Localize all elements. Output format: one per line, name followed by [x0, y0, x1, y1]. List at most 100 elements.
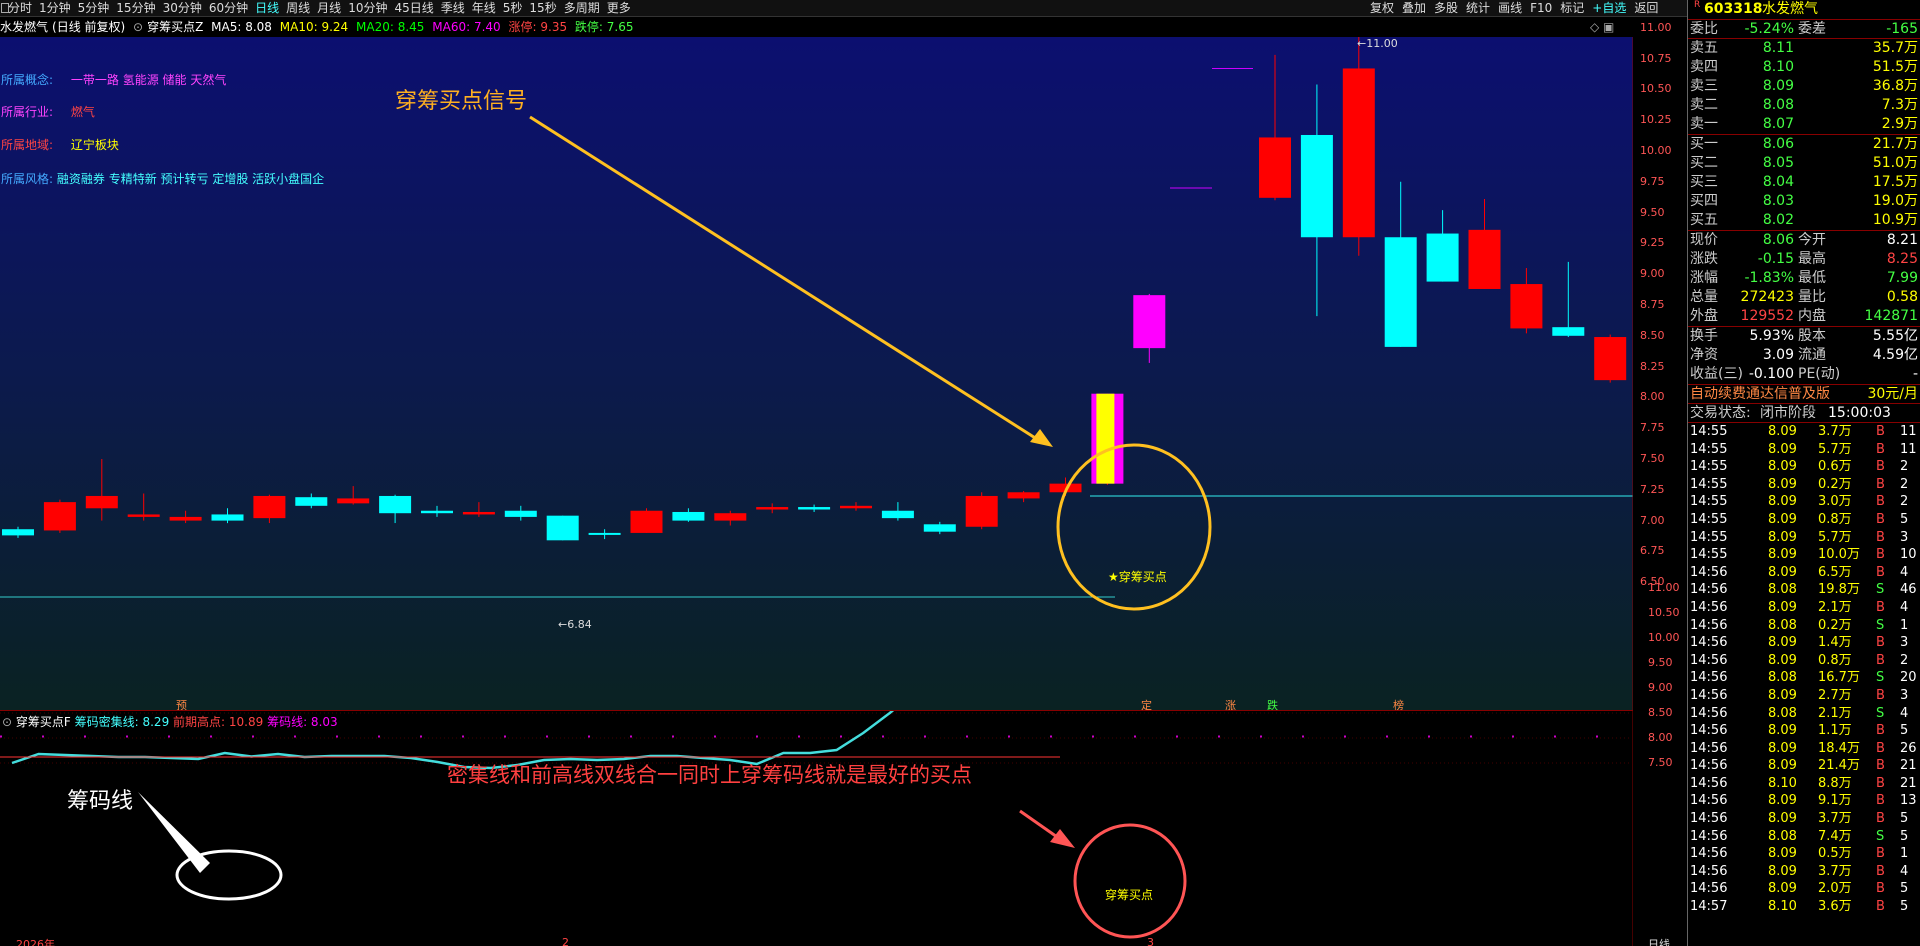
buy-row: 买四 8.03 19.0万: [1690, 193, 1918, 209]
period-tab-13[interactable]: 5秒: [503, 1, 523, 15]
indicator-panel[interactable]: ⊙ 穿筹买点F 筹码密集线: 8.29 前期高点: 10.89 筹码线: 8.0…: [0, 581, 1680, 946]
stat-row: 收益(三) -0.100 PE(动) -: [1690, 366, 1918, 382]
stock-name: 水发燃气: [0, 20, 49, 34]
ma20-value: MA20: 8.45: [356, 20, 425, 34]
period-tab-6[interactable]: 日线: [255, 1, 279, 15]
candle-body: [588, 532, 621, 535]
tick-row: 14:56 8.09 2.1万 B 4: [1690, 599, 1909, 615]
main-chart-panel[interactable]: 所属概念: 一带一路 氢能源 储能 天然气 所属行业: 燃气 所属地域: 辽宁板…: [0, 21, 1672, 712]
period-tab-1[interactable]: 1分钟: [39, 1, 71, 15]
candle-body: [85, 495, 118, 509]
info-region: 所属地域: 辽宁板块: [1, 138, 119, 152]
tick-list[interactable]: 14:55 8.09 3.7万 B 11 14:55 8.09 5.7万 B 11 14:55 8.0…: [1688, 422, 1920, 916]
tick-row: 14:56 8.09 1.1万 B 5: [1690, 723, 1909, 739]
ma10-value: MA10: 9.24: [279, 20, 349, 34]
toolbar-action-2[interactable]: 多股: [1434, 1, 1458, 15]
period-tab-3[interactable]: 15分钟: [116, 1, 155, 15]
tick-row: 14:56 8.09 18.4万 B 26: [1690, 740, 1917, 756]
candle-body: [672, 511, 705, 521]
chip-line-arrow: [138, 792, 210, 873]
sub-buy-circle: [1073, 823, 1187, 939]
toolbar-action-3[interactable]: 统计: [1466, 1, 1490, 15]
period-tab-9[interactable]: 10分钟: [348, 1, 387, 15]
tick-row: 14:56 8.09 1.4万 B 3: [1690, 635, 1909, 651]
tick-row: 14:55 8.09 10.0万 B 10: [1690, 547, 1917, 563]
tick-row: 14:55 8.09 5.7万 B 11: [1690, 441, 1917, 457]
candle-body: [1259, 137, 1291, 198]
candle-body: [630, 510, 663, 533]
sub-buy-label: 穿筹买点: [1105, 888, 1154, 902]
period-tab-15[interactable]: 多周期: [564, 1, 600, 15]
period-tab-5[interactable]: 60分钟: [209, 1, 248, 15]
signal-arrow: [529, 115, 1041, 443]
tick-row: 14:56 8.08 7.4万 S 5: [1690, 828, 1909, 844]
trade-status: 交易状态: 闭市阶段 15:00:03: [1688, 403, 1920, 422]
period-tab-16[interactable]: 更多: [607, 1, 631, 15]
top-toolbar: 分时 1分钟 5分钟 15分钟 30分钟 60分钟 日线 周线 月线 10分钟 45日线 季线 年线 5秒…: [0, 0, 1920, 17]
signal-arrow-head: [1030, 429, 1053, 447]
x-label-feb: 2: [562, 936, 569, 946]
quote-stats-2: 换手 5.93% 股本 5.55亿 净资 3.09 流通 4.59亿 收益(三) -0.100 PE…: [1688, 326, 1920, 384]
period-tab-7[interactable]: 周线: [286, 1, 310, 15]
tick-row: 14:56 8.08 0.2万 S 1: [1690, 617, 1909, 633]
tick-row: 14:56 8.09 0.5万 B 1: [1690, 846, 1909, 862]
low-price-mark: ←6.84: [558, 618, 592, 631]
stat-row: 涨跌 -0.15 最高 8.25: [1690, 251, 1918, 267]
toolbar-action-8[interactable]: 返回: [1634, 1, 1658, 15]
candle-body: [379, 495, 412, 514]
candle-body: [253, 495, 286, 519]
sub-y-tick-label: 10.50: [1648, 606, 1680, 619]
period-tab-11[interactable]: 季线: [441, 1, 465, 15]
candle-body: [1300, 134, 1333, 238]
period-tab-8[interactable]: 月线: [317, 1, 341, 15]
period-tab-14[interactable]: 15秒: [529, 1, 556, 15]
sub-y-tick-label: 8.50: [1648, 706, 1673, 719]
toolbar-action-1[interactable]: 叠加: [1402, 1, 1426, 15]
candle-body: [714, 513, 747, 521]
tick-row: 14:56 8.09 3.7万 B 4: [1690, 863, 1909, 879]
candle-body: [1594, 337, 1627, 381]
toolbar-action-6[interactable]: 标记: [1560, 1, 1584, 15]
tick-row: 14:56 8.09 2.0万 B 5: [1690, 881, 1909, 897]
x-label-mar: 3: [1147, 936, 1154, 946]
candle-body: [923, 524, 956, 532]
tick-row: 14:56 8.09 3.7万 B 5: [1690, 811, 1909, 827]
period-tab-2[interactable]: 5分钟: [78, 1, 110, 15]
buy-row: 买三 8.04 17.5万: [1690, 174, 1918, 190]
toolbar-action-5[interactable]: F10: [1530, 1, 1552, 15]
tick-row: 14:56 8.09 9.1万 B 13: [1690, 793, 1917, 809]
chart-header: 水发燃气 (日线 前复权) ⊙ 穿筹买点Z MA5: 8.08 MA10: 9.24…: [0, 18, 1633, 37]
tick-row: 14:55 8.09 0.2万 B 2: [1690, 476, 1909, 492]
indicator-settings-icon[interactable]: ⊙: [2, 715, 12, 729]
period-tab-12[interactable]: 年线: [472, 1, 496, 15]
toolbar-action-4[interactable]: 画线: [1498, 1, 1522, 15]
buy-row: 买五 8.02 10.9万: [1690, 212, 1918, 228]
tick-row: 14:56 8.08 2.1万 S 4: [1690, 705, 1909, 721]
sell-row: 卖二 8.08 7.3万: [1690, 97, 1918, 113]
tick-row: 14:56 8.09 6.5万 B 4: [1690, 564, 1909, 580]
stat-row: 外盘 129552 内盘 142871: [1690, 308, 1918, 324]
quote-title: R 603318 水发燃气: [1694, 0, 1818, 17]
period-tab-0[interactable]: 分时: [8, 1, 32, 15]
x-label-year: 2026年: [16, 938, 55, 946]
candle-signal-body: [1096, 393, 1115, 484]
toolbar-action-7[interactable]: +自选: [1592, 1, 1626, 15]
toolbar-action-0[interactable]: 复权: [1370, 1, 1394, 15]
period-tab-4[interactable]: 30分钟: [163, 1, 202, 15]
indicator-icon[interactable]: ⊙: [133, 20, 143, 34]
panel-control-icons[interactable]: ◇ ▣: [1590, 20, 1614, 34]
ad-banner[interactable]: 自动续费通达信普及版 30元/月: [1688, 384, 1920, 403]
indicator-chart: [0, 711, 1633, 946]
indicator-name[interactable]: 穿筹买点Z: [147, 20, 203, 34]
tick-row: 14:55 8.09 5.7万 B 3: [1690, 529, 1909, 545]
buy-row: 买一 8.06 21.7万: [1690, 136, 1918, 152]
candle-body: [1510, 284, 1543, 329]
signal-title-annotation: 穿筹买点信号: [395, 89, 528, 114]
ma60-value: MA60: 7.40: [432, 20, 501, 34]
sub-buy-arrow: [1019, 809, 1061, 841]
period-tab-10[interactable]: 45日线: [394, 1, 433, 15]
chip-line-annotation: 筹码线: [67, 789, 134, 814]
candle-body: [798, 507, 831, 510]
candle-body: [462, 511, 495, 515]
info-concept: 所属概念: 一带一路 氢能源 储能 天然气: [1, 73, 227, 87]
